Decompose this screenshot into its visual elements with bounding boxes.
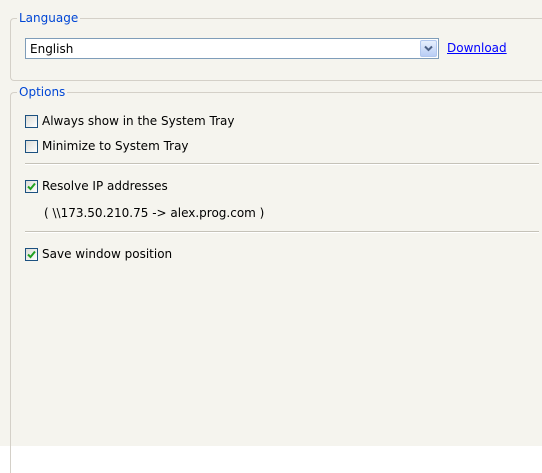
chevron-down-icon [424, 45, 433, 52]
language-select-dropdown-button[interactable] [420, 40, 437, 57]
save-window-position-label: Save window position [42, 247, 173, 261]
download-link[interactable]: Download [447, 40, 507, 56]
always-show-tray-option[interactable]: Always show in the System Tray [25, 113, 235, 129]
options-panel: Language English Download Options Always… [0, 0, 542, 473]
always-show-tray-checkbox[interactable] [25, 114, 38, 128]
checkmark-icon [27, 182, 36, 190]
save-window-position-option[interactable]: Save window position [25, 246, 172, 262]
options-group-title: Options [17, 84, 68, 100]
resolve-ip-option[interactable]: Resolve IP addresses [25, 178, 168, 194]
language-select-value: English [30, 42, 74, 56]
options-separator-1 [25, 163, 539, 165]
language-select[interactable]: English [25, 38, 439, 59]
resolve-ip-checkbox[interactable] [25, 179, 38, 193]
always-show-tray-label: Always show in the System Tray [42, 114, 235, 128]
resolve-ip-label: Resolve IP addresses [42, 179, 168, 193]
checkmark-icon [27, 250, 36, 258]
options-separator-2 [25, 231, 539, 233]
minimize-to-tray-option[interactable]: Minimize to System Tray [25, 138, 189, 154]
save-window-position-checkbox[interactable] [25, 247, 38, 261]
minimize-to-tray-checkbox[interactable] [25, 139, 38, 153]
resolve-ip-example: ( \\173.50.210.75 -> alex.prog.com ) [44, 206, 265, 220]
language-group-title: Language [17, 10, 81, 26]
minimize-to-tray-label: Minimize to System Tray [42, 139, 189, 153]
